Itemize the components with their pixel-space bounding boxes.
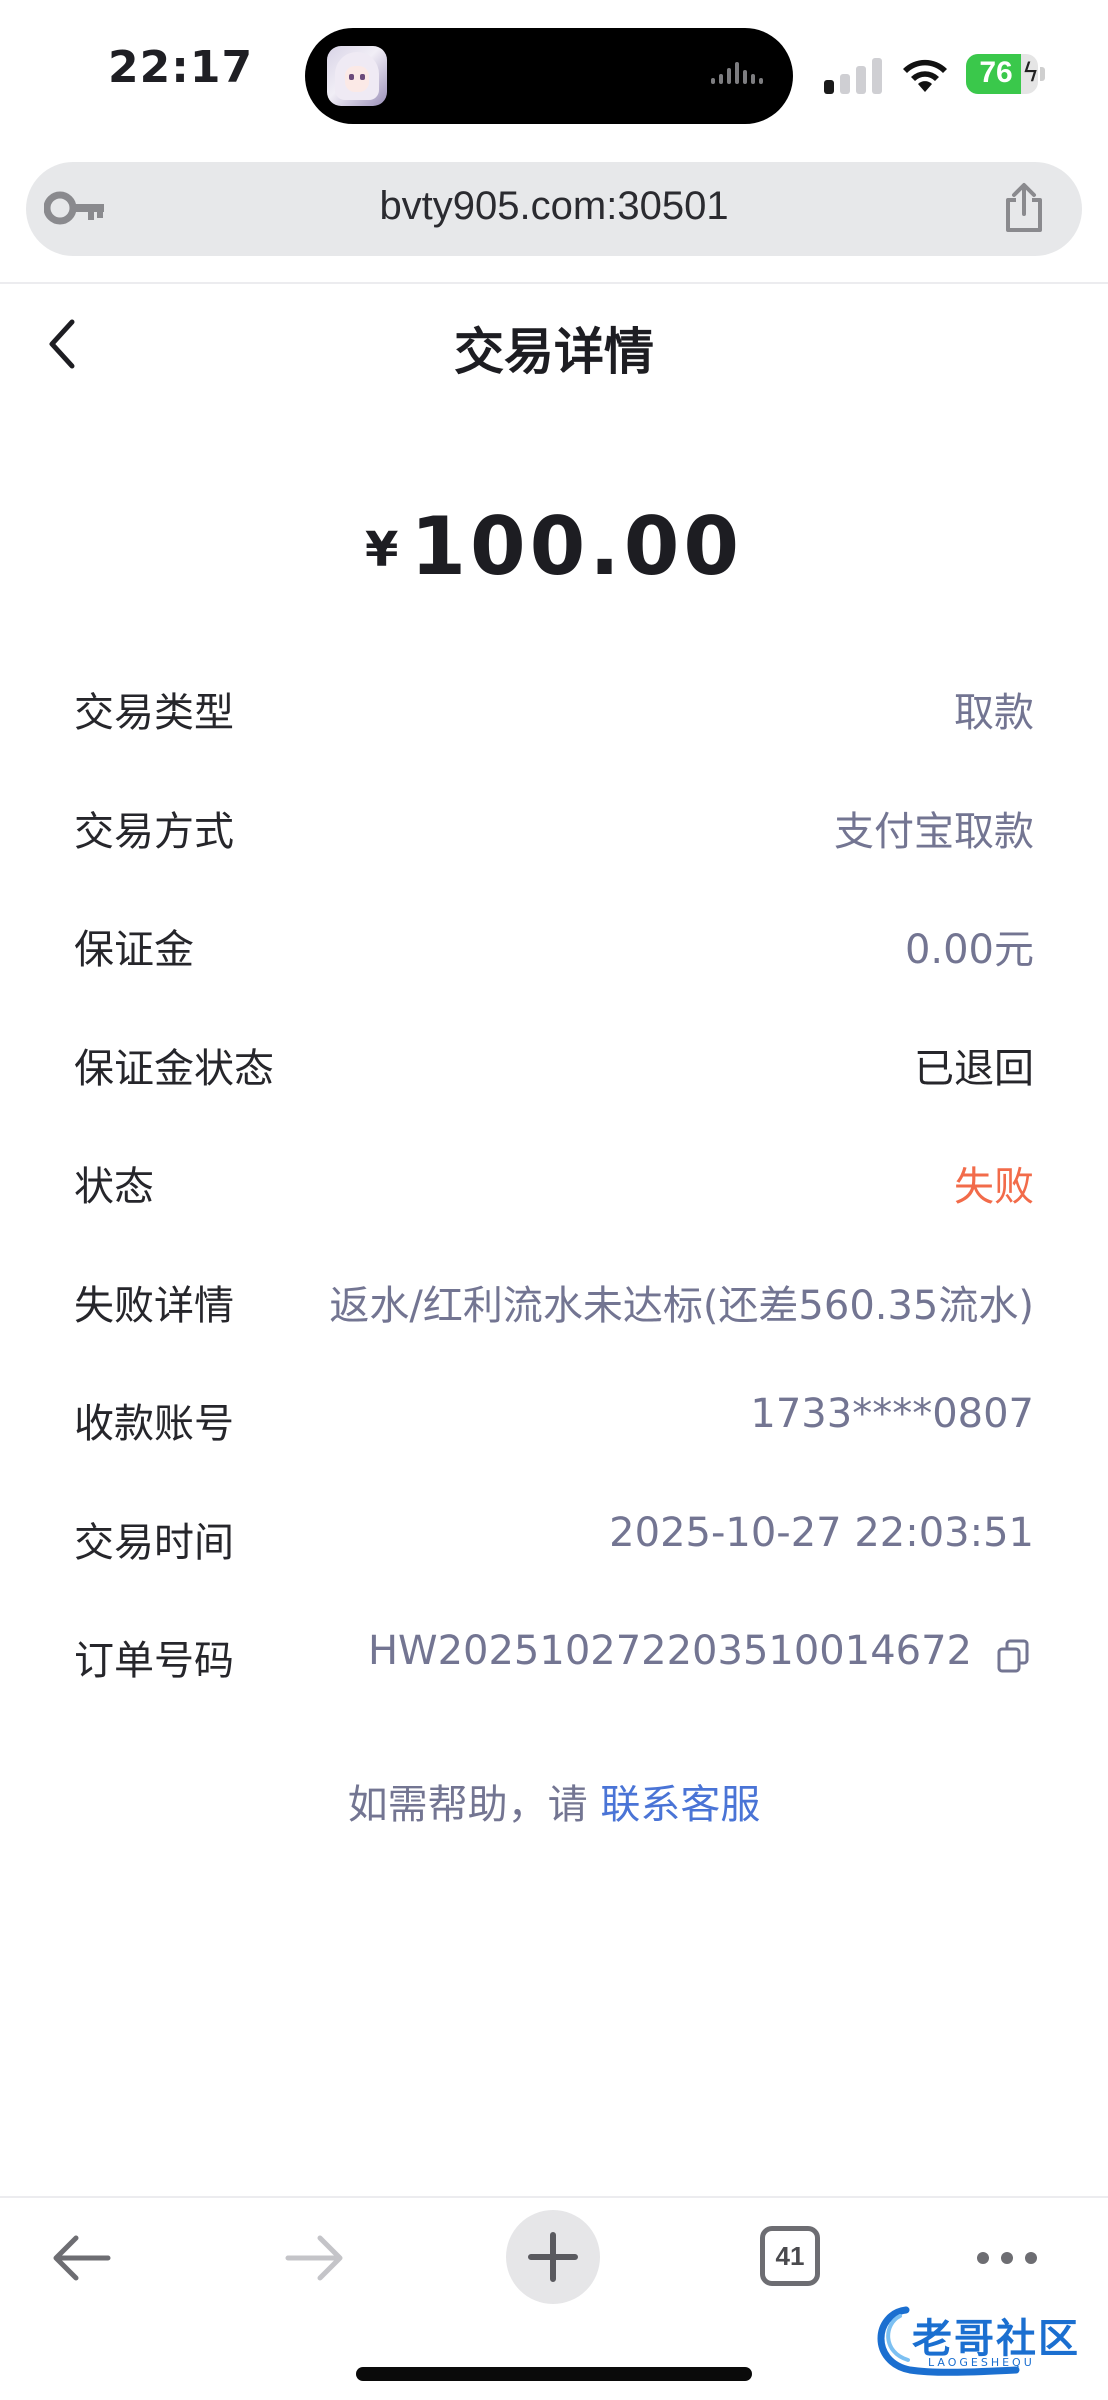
more-icon[interactable] <box>974 2210 1040 2306</box>
browser-forward-button[interactable] <box>282 2210 348 2306</box>
now-playing-artwork[interactable] <box>327 46 387 106</box>
help-prefix: 如需帮助，请 <box>347 1782 601 1828</box>
transaction-amount: ¥100.00 <box>0 500 1108 593</box>
detail-label: 订单号码 <box>74 1638 234 1684</box>
detail-value: 返水/红利流水未达标(还差560.35流水) <box>329 1282 1034 1329</box>
watermark-logo: 老哥社区 LAOGESHEQU <box>866 2300 1096 2380</box>
help-text: 如需帮助，请 联系客服 <box>0 1772 1108 1830</box>
detail-row-fail-reason: 失败详情 返水/红利流水未达标(还差560.35流水) <box>74 1261 1034 1380</box>
home-indicator[interactable] <box>356 2367 752 2381</box>
detail-list: 交易类型 取款 交易方式 支付宝取款 保证金 0.00元 保证金状态 已退回 状… <box>74 668 1034 1735</box>
detail-label: 保证金状态 <box>74 1045 274 1092</box>
tabs-button[interactable]: 41 <box>758 2210 822 2306</box>
status-badge: 失败 <box>954 1164 1034 1210</box>
status-bar: 22:17 76 ϟ <box>0 0 1108 150</box>
wifi-icon <box>903 59 947 92</box>
currency-symbol: ¥ <box>364 522 399 578</box>
detail-label: 交易时间 <box>74 1519 234 1566</box>
detail-value: 1733****0807 <box>750 1391 1034 1437</box>
detail-value: 已退回 <box>914 1045 1034 1092</box>
detail-row-type: 交易类型 取款 <box>74 668 1034 787</box>
detail-label: 交易类型 <box>74 690 234 736</box>
share-icon[interactable] <box>1002 182 1046 234</box>
toolbar-divider <box>0 2196 1108 2198</box>
charging-bolt-icon: ϟ <box>1022 58 1040 88</box>
detail-value: 支付宝取款 <box>834 808 1034 855</box>
contact-support-link[interactable]: 联系客服 <box>600 1782 760 1828</box>
copy-icon[interactable] <box>996 1638 1030 1674</box>
detail-row-time: 交易时间 2025-10-27 22:03:51 <box>74 1498 1034 1617</box>
tab-count: 41 <box>760 2226 820 2286</box>
amount-value: 100.00 <box>410 500 744 593</box>
detail-row-status: 状态 失败 <box>74 1142 1034 1261</box>
detail-row-method: 交易方式 支付宝取款 <box>74 787 1034 906</box>
url-text[interactable]: bvty905.com:30501 <box>26 184 1082 229</box>
address-bar[interactable]: bvty905.com:30501 <box>26 162 1082 256</box>
detail-row-deposit-status: 保证金状态 已退回 <box>74 1024 1034 1143</box>
page-title: 交易详情 <box>454 323 654 381</box>
battery-icon: 76 ϟ <box>966 54 1048 94</box>
status-time: 22:17 <box>108 42 254 93</box>
detail-label: 收款账号 <box>74 1401 234 1447</box>
detail-value: 0.00元 <box>904 927 1034 973</box>
order-number: HW20251027220351001467​2 <box>367 1628 972 1674</box>
detail-label: 保证金 <box>74 927 194 973</box>
audio-wave-icon <box>711 62 767 90</box>
detail-row-order-number: 订单号码 HW20251027220351001467​2 <box>74 1616 1034 1735</box>
detail-label: 状态 <box>74 1164 154 1210</box>
dynamic-island[interactable] <box>305 28 793 124</box>
new-tab-button[interactable] <box>506 2210 600 2304</box>
plus-icon <box>528 2232 578 2282</box>
detail-row-account: 收款账号 1733****0807 <box>74 1379 1034 1498</box>
detail-value: 2025-10-27 22:03:51 <box>609 1509 1034 1556</box>
browser-back-button[interactable] <box>48 2210 114 2306</box>
signal-icon <box>824 58 882 94</box>
detail-value: 取款 <box>954 690 1034 736</box>
battery-level-text: 76 <box>979 56 1013 89</box>
detail-label: 失败详情 <box>74 1282 234 1329</box>
header-divider <box>0 282 1108 284</box>
detail-row-deposit: 保证金 0.00元 <box>74 905 1034 1024</box>
watermark-subtext: LAOGESHEQU <box>928 2356 1035 2369</box>
detail-label: 交易方式 <box>74 808 234 855</box>
